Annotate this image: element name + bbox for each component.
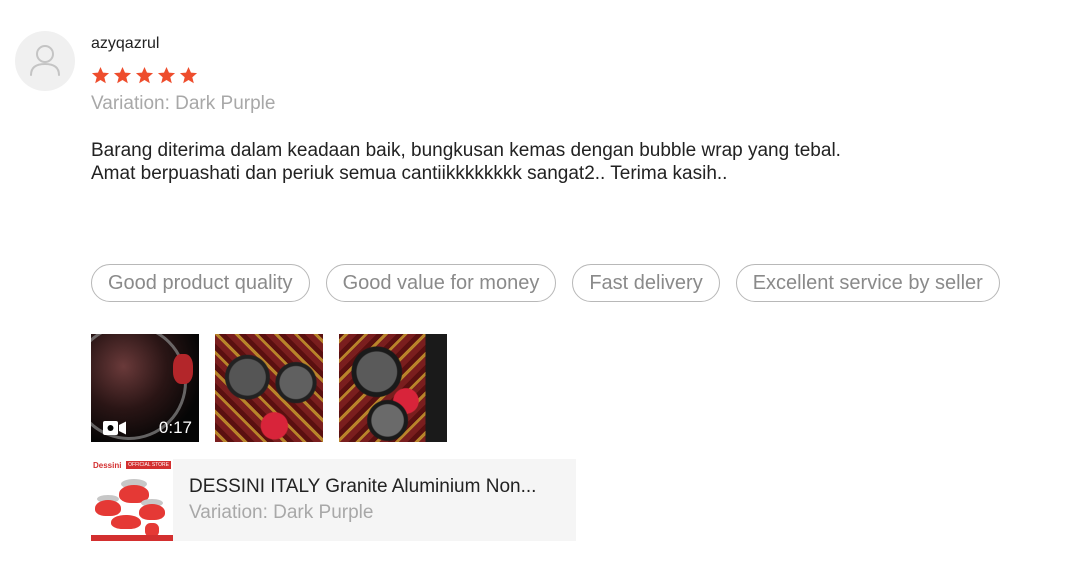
tag-product-quality: Good product quality — [91, 264, 310, 302]
avatar[interactable] — [15, 31, 75, 91]
tag-value-for-money: Good value for money — [325, 264, 557, 302]
product-name[interactable]: DESSINI ITALY Granite Aluminium Non... — [189, 476, 569, 498]
review-variation: Variation: Dark Purple — [91, 93, 276, 114]
star-icon — [135, 66, 154, 84]
tag-excellent-service: Excellent service by seller — [735, 264, 1000, 302]
star-icon — [91, 66, 110, 84]
review-photo-thumbnail[interactable] — [215, 334, 323, 442]
pot-shape — [111, 515, 141, 529]
video-camera-icon — [103, 421, 126, 435]
review-tags: Good product quality Good value for mone… — [91, 264, 1000, 302]
review-video-thumbnail[interactable]: 0:17 — [91, 334, 199, 442]
star-icon — [179, 66, 198, 84]
product-card[interactable]: Dessini OFFICIAL STORE DESSINI ITALY Gra… — [91, 459, 576, 541]
pot-shape — [95, 500, 121, 516]
review-text: Barang diterima dalam keadaan baik, bung… — [91, 140, 841, 184]
reviewer-username[interactable]: azyqazrul — [91, 35, 159, 53]
product-image[interactable]: Dessini OFFICIAL STORE — [91, 459, 173, 541]
review-media: 0:17 — [91, 334, 447, 442]
rating-stars — [91, 66, 198, 85]
product-brand-logo: Dessini — [93, 461, 122, 470]
product-info: DESSINI ITALY Granite Aluminium Non... V… — [189, 476, 569, 524]
video-duration: 0:17 — [158, 418, 192, 437]
tag-fast-delivery: Fast delivery — [572, 264, 720, 302]
video-frame-detail — [173, 354, 193, 384]
user-icon — [30, 45, 60, 76]
review-photo-thumbnail[interactable] — [339, 334, 447, 442]
star-icon — [157, 66, 176, 84]
star-icon — [113, 66, 132, 84]
official-store-badge: OFFICIAL STORE — [126, 461, 171, 469]
pot-shape — [139, 504, 165, 520]
product-variation: Variation: Dark Purple — [189, 502, 374, 523]
product-image-footer — [91, 535, 173, 541]
